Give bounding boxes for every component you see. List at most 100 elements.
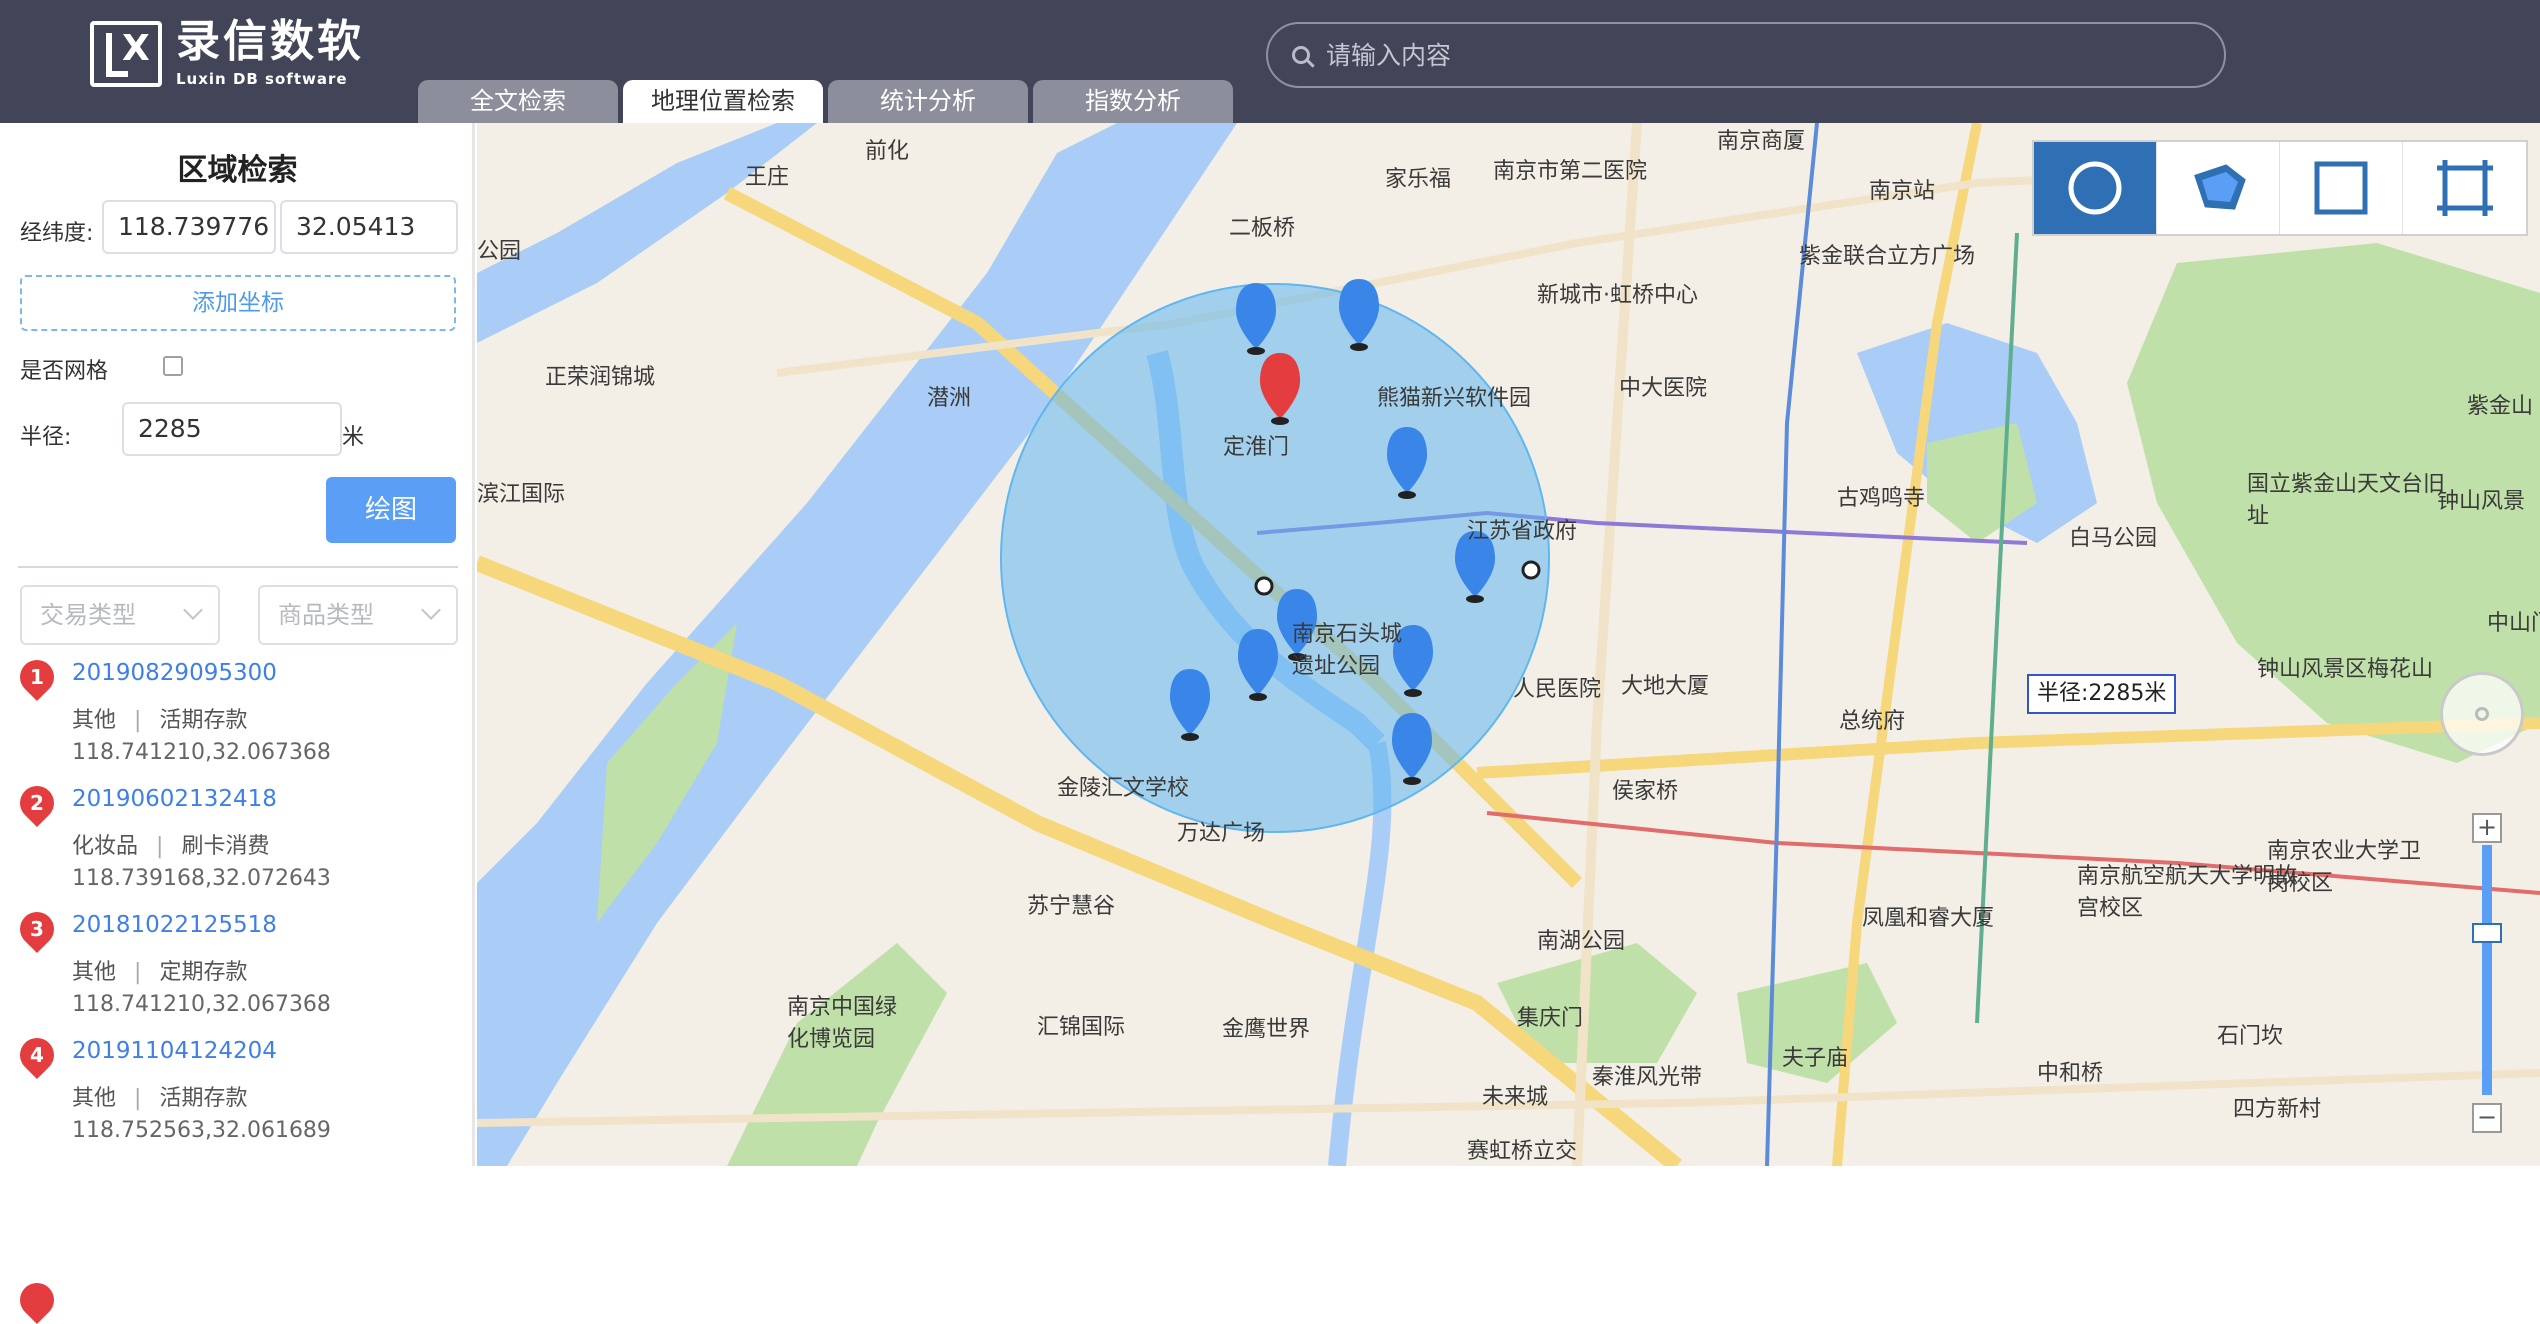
map-label: 集庆门 — [1517, 1006, 1584, 1031]
record-id[interactable]: 20181022125518 — [72, 912, 277, 938]
map-label: 正荣润锦城 — [545, 365, 656, 390]
map-label: 二板桥 — [1229, 216, 1296, 241]
logo-subtitle: Luxin DB software — [176, 70, 348, 88]
zoom-track[interactable] — [2482, 845, 2492, 1095]
map-label: 凤凰和睿大厦 — [1862, 906, 1995, 931]
radius-unit: 米 — [342, 425, 365, 450]
map-label: 新城市·虹桥中心 — [1537, 283, 1698, 308]
map-label: 紫金山 — [2467, 394, 2534, 419]
record-type: 其他 | 活期存款 — [72, 1086, 248, 1111]
location-pin-icon: 1 — [12, 652, 62, 702]
search-input[interactable] — [1324, 39, 2188, 71]
rectangle-tool-icon — [2314, 161, 2368, 215]
map-label: 中山门 — [2487, 611, 2540, 636]
add-coordinate-button[interactable]: 添加坐标 — [20, 275, 456, 331]
tab-fulltext-search[interactable]: 全文检索 — [418, 80, 618, 123]
top-bar: X 录信数软 Luxin DB software 全文检索 地理位置检索 统计分… — [0, 0, 2540, 123]
map-label: 侯家桥 — [1612, 779, 1679, 804]
zoom-slider[interactable]: + − — [2472, 813, 2504, 1133]
map-label: 江苏省政府 — [1467, 519, 1578, 544]
tab-statistics[interactable]: 统计分析 — [828, 80, 1028, 123]
circle-tool-icon — [2068, 161, 2122, 215]
map-label: 南湖公园 — [1537, 929, 1626, 954]
map-label: 国立紫金山天文台旧址 — [2247, 472, 2446, 529]
radius-field[interactable]: 2285 — [122, 402, 342, 456]
map-label: 南京中国绿化博览园 — [787, 995, 898, 1052]
location-pin-icon: 2 — [12, 778, 62, 828]
map-label: 前化 — [865, 139, 910, 164]
chevron-down-icon — [421, 600, 441, 620]
map-label: 钟山风景区梅花山 — [2257, 657, 2434, 682]
pan-control[interactable] — [2440, 672, 2524, 756]
map-canvas[interactable]: 南京商厦 南京市第二医院 家乐福 南京站 紫金联合立方广场 新城市·虹桥中心 二… — [477, 123, 2540, 1166]
map-label: 中和桥 — [2037, 1061, 2104, 1086]
tab-index-analysis[interactable]: 指数分析 — [1033, 80, 1233, 123]
search-box[interactable] — [1266, 22, 2226, 88]
map-label: 人民医院 — [1513, 677, 1602, 702]
zoom-out-button[interactable]: − — [2472, 1103, 2502, 1133]
record-type: 其他 | 定期存款 — [72, 960, 248, 985]
location-pin-icon — [12, 1275, 62, 1324]
map-label: 钟山风景 — [2437, 489, 2526, 514]
record-coord: 118.741210,32.067368 — [72, 740, 331, 765]
zoom-in-button[interactable]: + — [2472, 813, 2502, 843]
map-label: 大地大厦 — [1621, 674, 1710, 699]
map-label: 南京农业大学卫岗校区 — [2267, 839, 2422, 896]
transaction-type-select[interactable]: 交易类型 — [20, 585, 220, 645]
record-type: 其他 | 活期存款 — [72, 708, 248, 733]
record-coord: 118.752563,32.061689 — [72, 1118, 331, 1143]
rectangle-tool-button[interactable] — [2280, 142, 2403, 234]
zoom-handle[interactable] — [2472, 923, 2502, 943]
crop-tool-button[interactable] — [2403, 142, 2526, 234]
circle-tool-button[interactable] — [2034, 142, 2157, 234]
pan-arrow-icon — [2475, 707, 2489, 721]
record-id[interactable]: 20191104124204 — [72, 1038, 277, 1064]
record-coord: 118.739168,32.072643 — [72, 866, 331, 891]
polygon-tool-icon — [2194, 164, 2246, 210]
coord-label: 经纬度: — [20, 221, 94, 246]
latitude-field[interactable]: 32.05413 — [280, 200, 458, 254]
map-label: 苏宁慧谷 — [1027, 894, 1116, 919]
record-id[interactable]: 20190829095300 — [72, 660, 277, 686]
map-label: 秦淮风光带 — [1592, 1065, 1703, 1090]
divider — [18, 566, 458, 568]
location-pin-icon: 3 — [12, 904, 62, 954]
tab-geo-search[interactable]: 地理位置检索 — [623, 80, 823, 123]
map-label: 南京石头城遗址公园 — [1292, 622, 1403, 679]
map-label: 总统府 — [1839, 709, 1906, 734]
map-label: 金鹰世界 — [1222, 1017, 1311, 1042]
map-label: 家乐福 — [1385, 167, 1452, 192]
longitude-field[interactable]: 118.739776 — [102, 200, 276, 254]
map-label: 汇锦国际 — [1037, 1015, 1126, 1040]
radius-tooltip: 半径:2285米 — [2027, 674, 2177, 714]
map-label: 滨江国际 — [477, 482, 566, 507]
polygon-tool-button[interactable] — [2157, 142, 2280, 234]
list-item[interactable]: 2 20190602132418 化妆品 | 刷卡消费 118.739168,32.… — [0, 778, 475, 911]
map-label: 南京商厦 — [1717, 129, 1806, 154]
list-item[interactable]: 1 20190829095300 其他 | 活期存款 118.741210,32.0… — [0, 652, 475, 785]
map-label: 南京站 — [1869, 179, 1936, 204]
record-id[interactable]: 20190602132418 — [72, 786, 277, 812]
list-item[interactable]: 3 20181022125518 其他 | 定期存款 118.741210,32.0… — [0, 904, 475, 1037]
map-label: 石门坎 — [2217, 1024, 2284, 1049]
sidebar: 区域检索 经纬度: 118.739776 32.05413 添加坐标 是否网格 … — [0, 123, 475, 1324]
logo: X 录信数软 Luxin DB software — [90, 20, 364, 88]
grid-checkbox[interactable] — [163, 356, 183, 376]
map-label: 南京市第二医院 — [1493, 159, 1648, 184]
map-label: 夫子庙 — [1782, 1046, 1849, 1071]
map-label: 定淮门 — [1223, 435, 1290, 460]
list-item[interactable]: 4 20191104124204 其他 | 活期存款 118.752563,32.0… — [0, 1030, 475, 1163]
location-pin-icon: 4 — [12, 1030, 62, 1080]
sidebar-title: 区域检索 — [177, 153, 298, 188]
search-icon — [1292, 46, 1310, 64]
map-label: 万达广场 — [1177, 821, 1266, 846]
map-label: 熊猫新兴软件园 — [1377, 386, 1532, 411]
map-label: 古鸡鸣寺 — [1837, 486, 1926, 511]
record-coord: 118.741210,32.067368 — [72, 992, 331, 1017]
product-type-select[interactable]: 商品类型 — [258, 585, 458, 645]
map-label: 未来城 — [1482, 1085, 1549, 1110]
logo-mark-icon: X — [90, 21, 162, 87]
map-label: 白马公园 — [2069, 526, 2158, 551]
grid-label: 是否网格 — [20, 359, 109, 384]
draw-button[interactable]: 绘图 — [326, 477, 456, 543]
